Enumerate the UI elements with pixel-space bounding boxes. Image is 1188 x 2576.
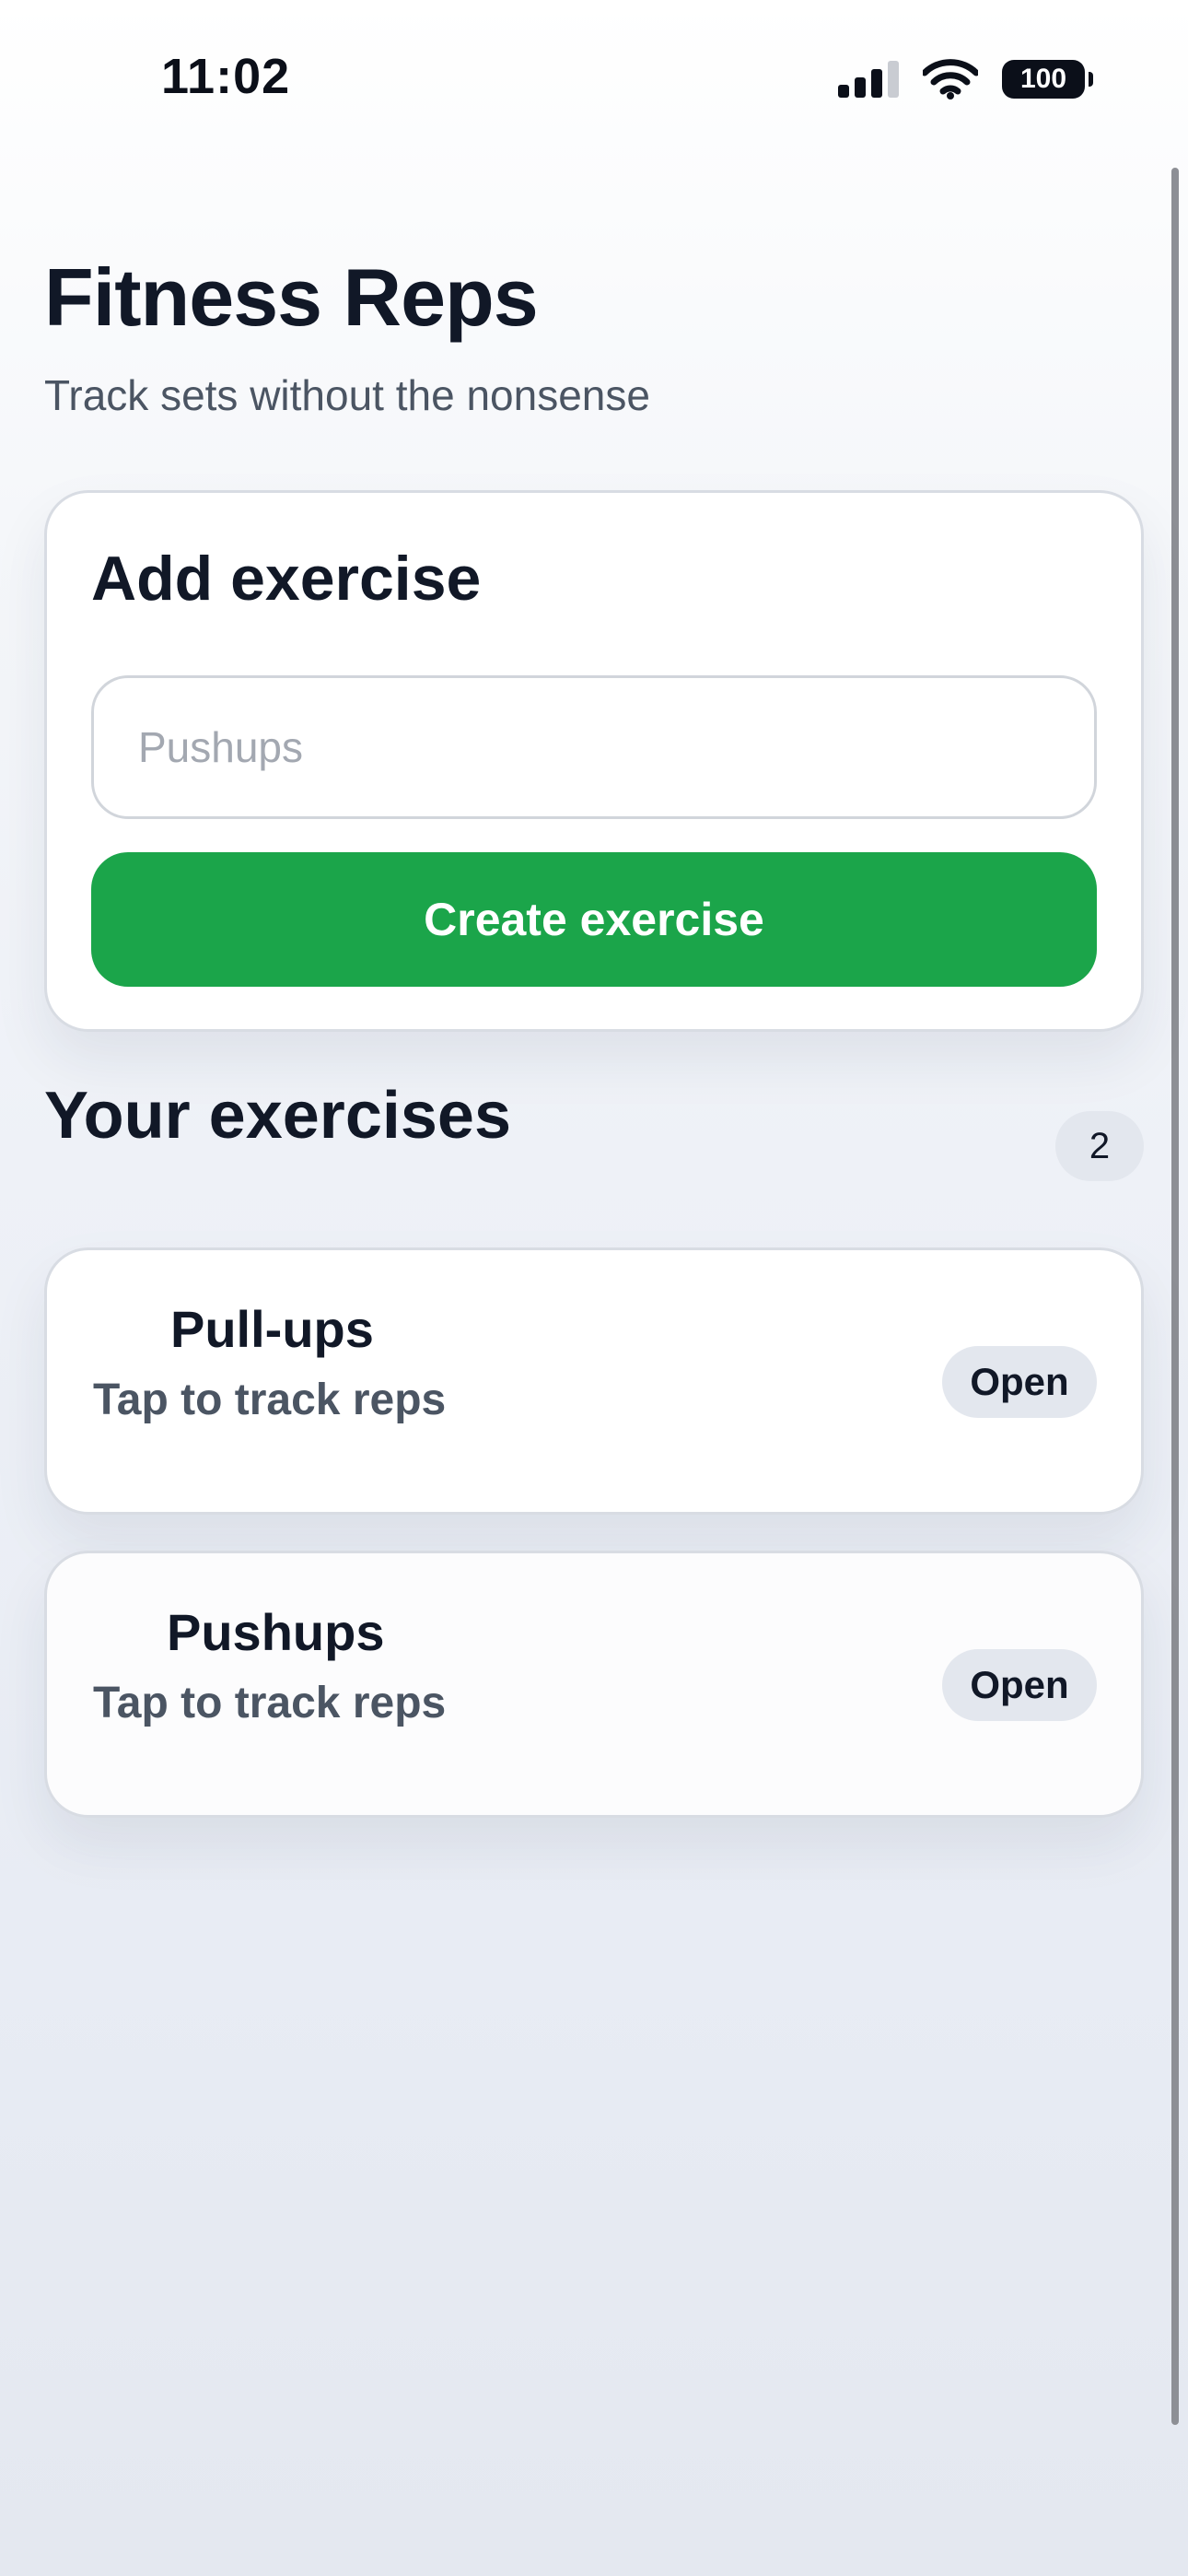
battery-icon: 100 — [1002, 60, 1093, 99]
wifi-icon — [923, 59, 978, 100]
add-exercise-title: Add exercise — [91, 544, 482, 614]
status-time: 11:02 — [161, 49, 291, 104]
open-pushups-button[interactable]: Open — [942, 1649, 1097, 1721]
page-title: Fitness Reps — [44, 252, 539, 343]
exercise-name-input[interactable] — [91, 675, 1097, 819]
open-pull-ups-button[interactable]: Open — [942, 1346, 1097, 1418]
create-exercise-button[interactable]: Create exercise — [91, 852, 1097, 987]
exercise-hint: Tap to track reps — [93, 1376, 447, 1424]
add-exercise-card: Add exercise Create exercise — [44, 490, 1144, 1032]
exercise-name: Pull-ups — [170, 1300, 374, 1358]
exercise-hint: Tap to track reps — [93, 1679, 447, 1727]
exercise-name: Pushups — [167, 1603, 385, 1661]
exercise-count-badge: 2 — [1055, 1111, 1144, 1181]
status-bar: 11:02 100 — [0, 0, 1188, 157]
battery-level: 100 — [1019, 64, 1067, 94]
page-subtitle: Track sets without the nonsense — [44, 371, 650, 419]
status-icons: 100 — [838, 57, 1093, 101]
exercises-section-title: Your exercises — [44, 1079, 511, 1153]
exercise-card-pull-ups[interactable]: Pull-ups Tap to track reps Open — [44, 1247, 1144, 1515]
scrollbar[interactable] — [1171, 168, 1179, 2425]
cellular-signal-icon — [838, 61, 899, 98]
exercise-card-pushups[interactable]: Pushups Tap to track reps Open — [44, 1551, 1144, 1818]
